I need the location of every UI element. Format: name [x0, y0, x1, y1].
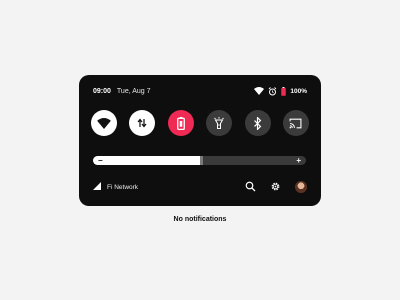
- settings-button[interactable]: [270, 181, 281, 194]
- no-notifications-text: No notifications: [173, 216, 227, 223]
- user-avatar[interactable]: [295, 181, 307, 193]
- battery-percent: 100%: [290, 87, 307, 95]
- cell-signal-icon: [93, 182, 101, 192]
- battery-icon: [176, 116, 185, 130]
- network-info: Fi Network: [93, 182, 138, 192]
- brightness-minus-label: −: [98, 156, 103, 165]
- search-icon: [245, 181, 256, 194]
- alarm-icon: [268, 86, 277, 96]
- quick-tiles: [91, 110, 309, 136]
- quick-settings-panel: 09:00 Tue, Aug 7 100% − + Fi Network: [79, 75, 321, 206]
- status-icons: 100%: [254, 86, 307, 96]
- brightness-slider-thumb[interactable]: [199, 156, 203, 165]
- tile-wifi[interactable]: [91, 110, 117, 136]
- bluetooth-icon: [253, 116, 262, 130]
- tile-bluetooth[interactable]: [244, 110, 271, 136]
- gear-icon: [270, 181, 281, 194]
- brightness-slider[interactable]: − +: [93, 156, 306, 165]
- status-bar: 09:00 Tue, Aug 7 100%: [93, 86, 307, 96]
- flashlight-icon: [213, 116, 225, 130]
- footer-actions: [245, 181, 307, 194]
- tile-flashlight[interactable]: [206, 110, 233, 136]
- search-button[interactable]: [245, 181, 256, 194]
- status-date: Tue, Aug 7: [116, 87, 151, 95]
- cast-icon: [289, 118, 302, 129]
- battery-status-icon: [281, 86, 287, 96]
- tile-battery-saver[interactable]: [167, 110, 194, 136]
- panel-footer: Fi Network: [93, 179, 307, 195]
- data-arrows-icon: [136, 117, 148, 129]
- network-name: Fi Network: [107, 183, 139, 191]
- tile-mobile-data[interactable]: [129, 110, 156, 136]
- brightness-plus-label: +: [296, 156, 301, 165]
- brightness-slider-fill: [93, 156, 200, 165]
- tile-cast[interactable]: [282, 110, 309, 136]
- wifi-signal-icon: [254, 87, 265, 95]
- status-time: 09:00: [93, 87, 111, 95]
- wifi-icon: [97, 117, 111, 129]
